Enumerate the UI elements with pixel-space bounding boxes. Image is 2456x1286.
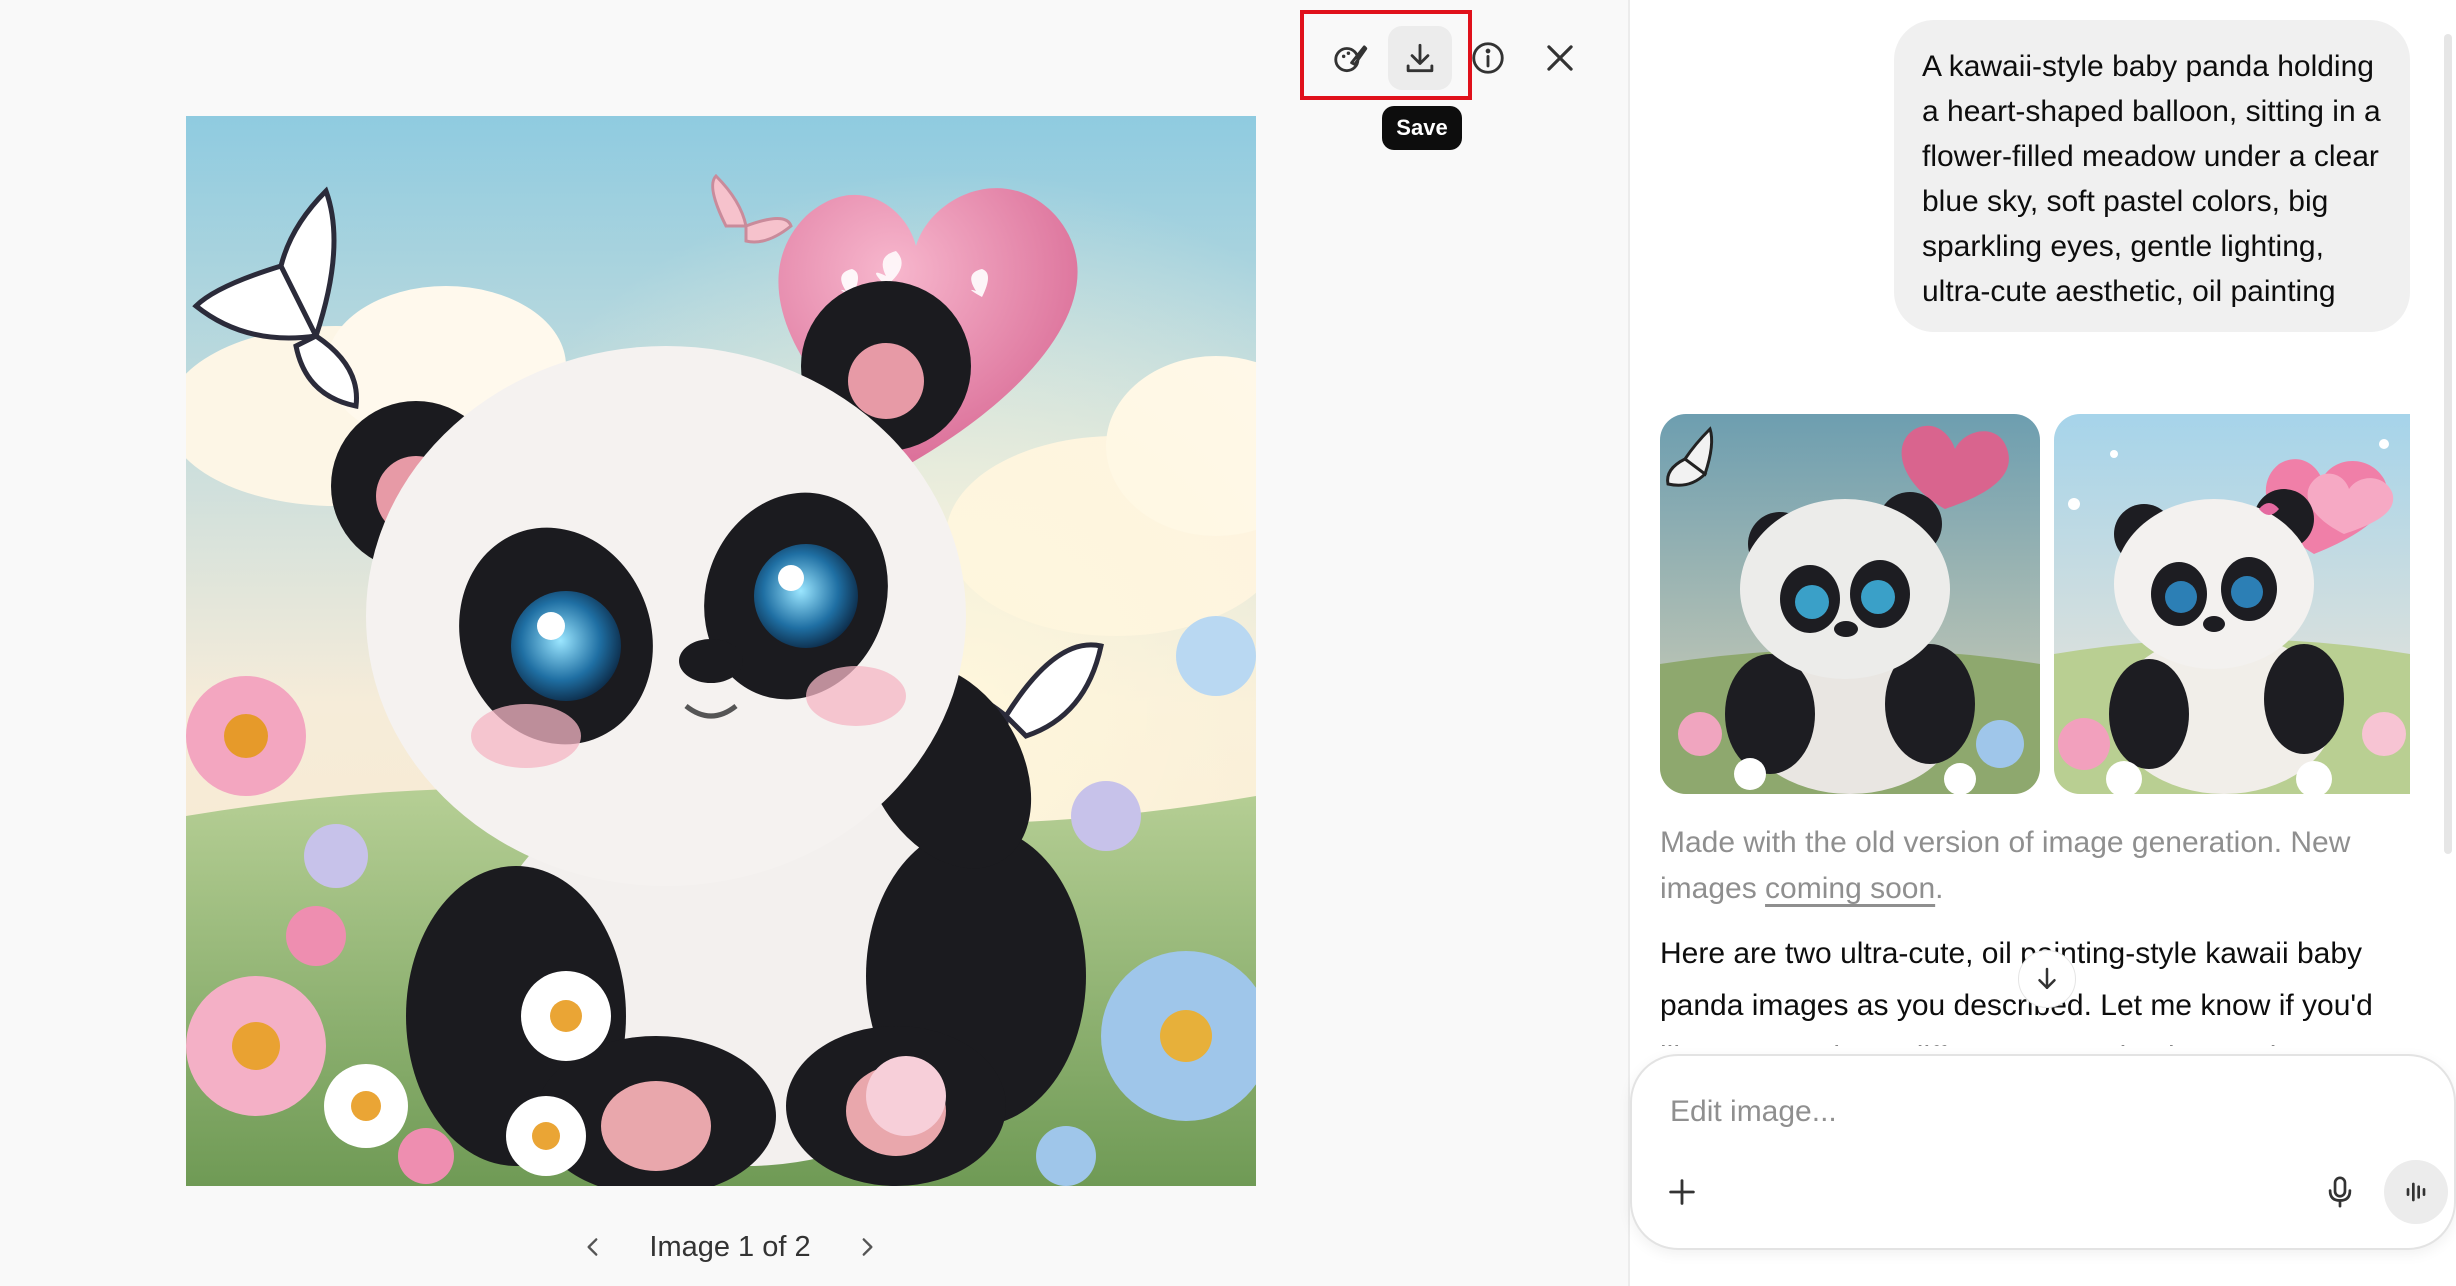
- composer: [1630, 1054, 2456, 1250]
- microphone-icon: [2328, 1176, 2352, 1208]
- image-viewer: Save Image 1 of 2: [0, 0, 1628, 1286]
- info-button[interactable]: [1456, 26, 1520, 90]
- thumbnail-image-1[interactable]: [1660, 414, 2040, 794]
- voice-mode-icon: [2406, 1182, 2426, 1202]
- info-icon: [1472, 42, 1504, 74]
- image-generation-note: Made with the old version of image gener…: [1660, 820, 2420, 912]
- chevron-left-icon: [587, 1238, 598, 1256]
- plus-icon: [1669, 1179, 1695, 1205]
- dictate-button[interactable]: [2312, 1164, 2368, 1220]
- add-attachment-button[interactable]: [1654, 1164, 1710, 1220]
- save-button[interactable]: [1388, 26, 1452, 90]
- previous-image-button[interactable]: [571, 1225, 615, 1269]
- edit-image-button[interactable]: [1318, 26, 1382, 90]
- coming-soon-link[interactable]: coming soon: [1765, 872, 1935, 905]
- generated-image: [186, 116, 1256, 1186]
- scroll-to-bottom-button[interactable]: [2018, 950, 2076, 1008]
- note-text: Made with the old version of image gener…: [1660, 826, 2351, 905]
- edit-image-input[interactable]: [1668, 1086, 2372, 1138]
- image-pager: Image 1 of 2: [560, 1222, 900, 1272]
- close-button[interactable]: [1528, 26, 1592, 90]
- download-icon: [1406, 43, 1434, 73]
- image-counter: Image 1 of 2: [649, 1230, 811, 1263]
- user-prompt-bubble: A kawaii-style baby panda holding a hear…: [1894, 20, 2410, 332]
- save-tooltip: Save: [1382, 106, 1462, 150]
- arrow-down-icon: [2038, 967, 2056, 989]
- note-end: .: [1935, 872, 1944, 905]
- thumbnail-image-2[interactable]: [2054, 414, 2410, 794]
- close-icon: [1547, 45, 1573, 71]
- next-image-button[interactable]: [845, 1225, 889, 1269]
- edit-image-icon: [1334, 45, 1368, 73]
- chat-scrollbar[interactable]: [2444, 34, 2452, 854]
- voice-mode-button[interactable]: [2384, 1160, 2448, 1224]
- chevron-right-icon: [862, 1238, 873, 1256]
